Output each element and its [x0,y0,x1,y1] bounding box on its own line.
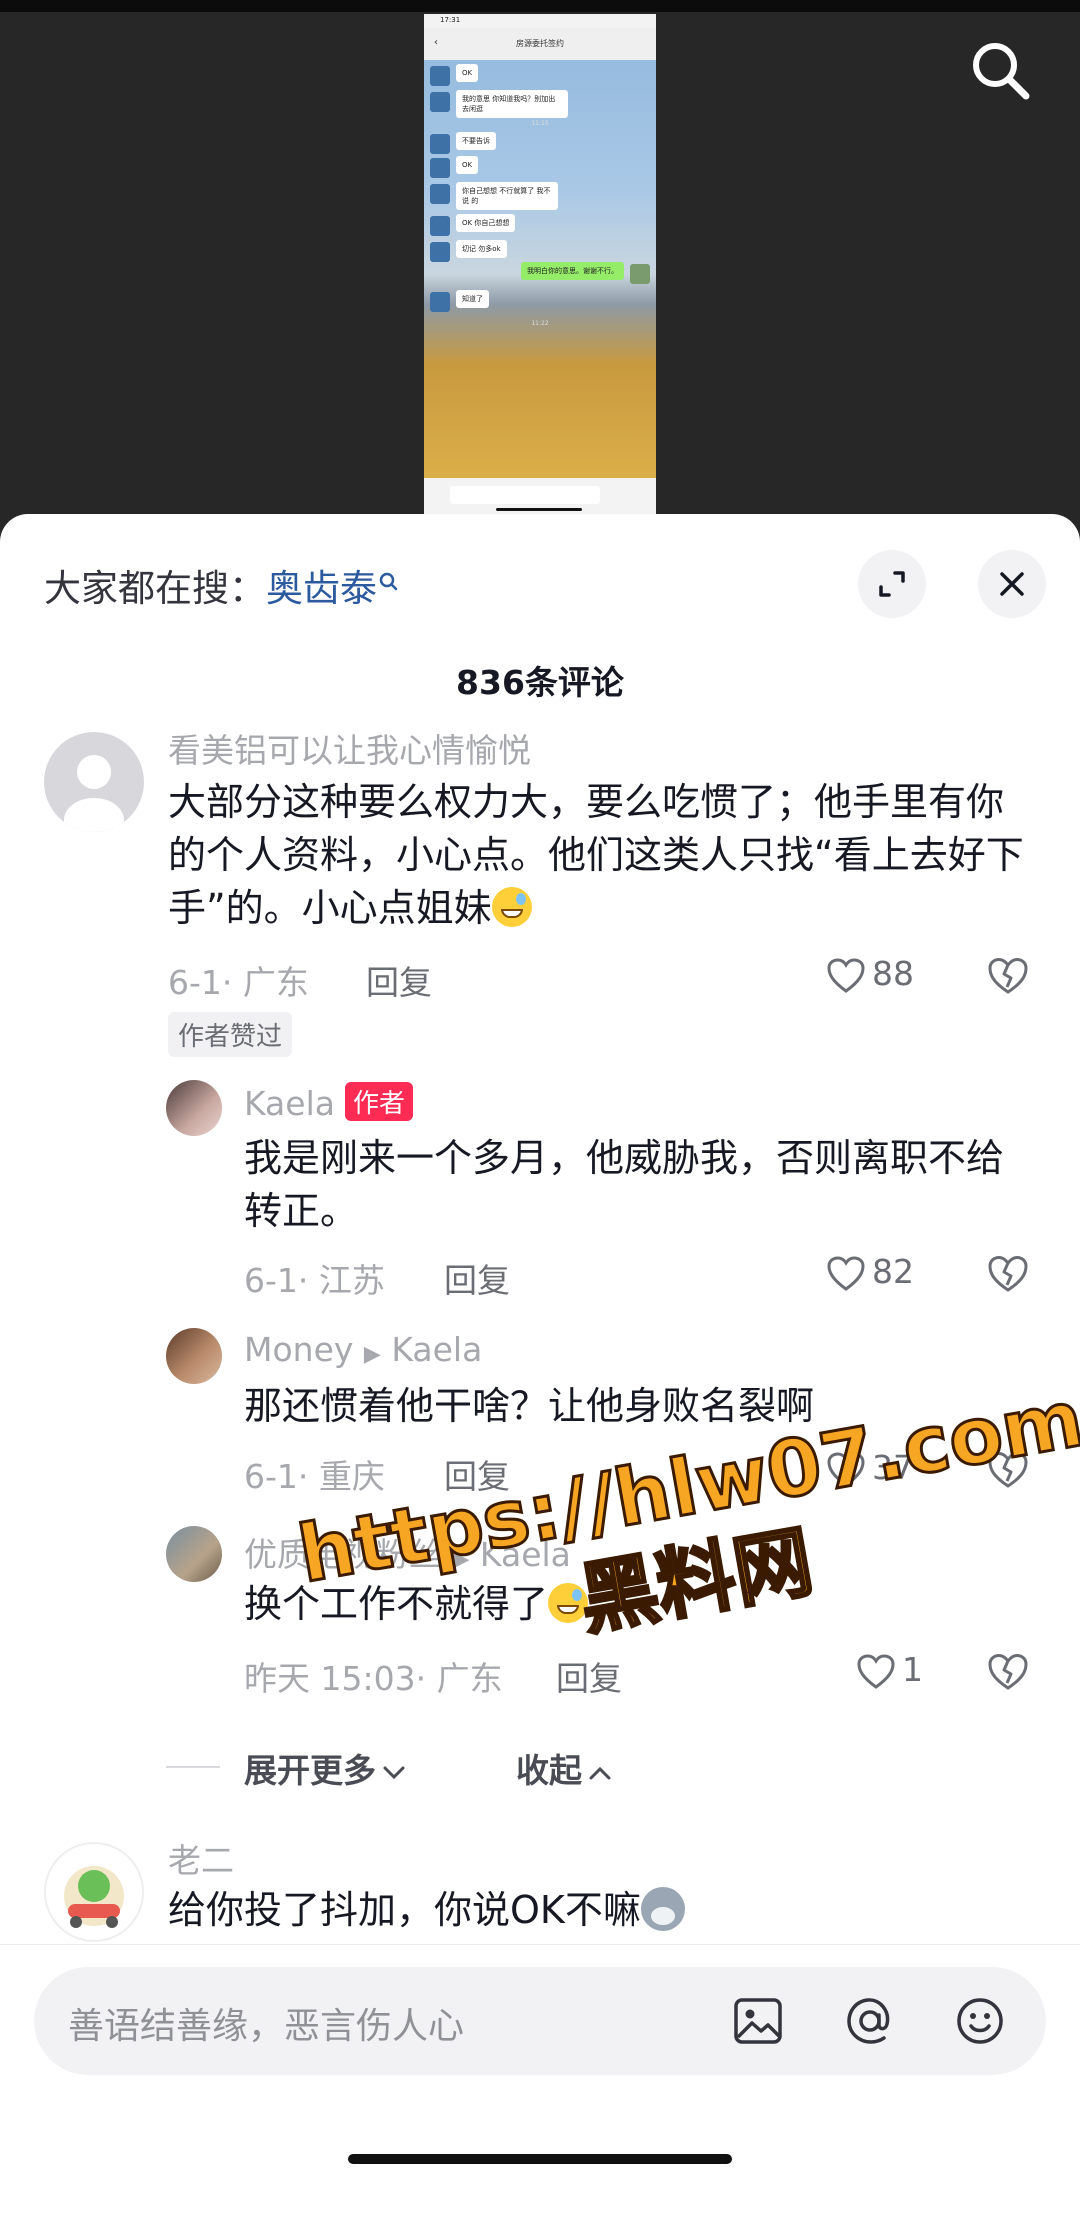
reply-button[interactable]: 回复 [366,956,432,1004]
comment-username[interactable]: 看美铝可以让我心情愉悦 [168,724,531,772]
like-count: 88 [872,954,914,993]
like-count: 1 [902,1650,923,1689]
video-thumbnail[interactable]: 17:31 ‹ 房源委托签约 OK 我的意思 你知道我吗？别加出 去闲逛 11:… [424,14,656,514]
small-search-icon [379,560,399,603]
hot-search-bar[interactable]: 大家都在搜：奥齿泰 [44,558,399,612]
avatar[interactable] [44,1842,144,1942]
comment-sheet: 大家都在搜：奥齿泰 836条评论 看美铝可以让我心情愉悦 大部分这种要么权力大，… [0,514,1080,2223]
video-player[interactable]: 17:31 ‹ 房源委托签约 OK 我的意思 你知道我吗？别加出 去闲逛 11:… [0,0,1080,530]
heart-icon [857,1653,895,1689]
grinning-sweat-emoji [491,887,532,927]
comment-input-placeholder: 善语结善缘，恶言伤人心 [68,2006,465,2047]
comment-text: 给你投了抖加，你说OK不嘛 [168,1884,1028,1937]
chevron-up-icon [589,1766,611,1779]
expand-icon[interactable] [858,550,926,618]
husky-emoji [640,1887,685,1931]
like-button[interactable]: 1 [856,1650,923,1691]
at-mention-icon[interactable] [840,1991,900,2051]
comment-input[interactable]: 善语结善缘，恶言伤人心 [34,1967,1046,2075]
reply-date-location: 6-1· 重庆 [244,1457,385,1496]
avatar[interactable] [166,1328,222,1384]
dislike-icon[interactable] [986,1652,1030,1696]
divider-line [166,1766,220,1768]
reply-date-location: 6-1· 江苏 [244,1261,385,1300]
expand-more-button[interactable]: 展开更多 [244,1744,408,1792]
avatar[interactable] [44,732,144,832]
reply-arrow-icon: ▶ [363,1342,381,1367]
reply-button[interactable]: 回复 [444,1254,510,1302]
comment-date-location: 6-1· 广东 [168,963,309,1002]
author-liked-badge: 作者赞过 [168,1012,293,1057]
chevron-down-icon [383,1766,405,1779]
thumbnail-status-bar: 17:31 [424,14,656,28]
dislike-icon[interactable] [986,956,1030,1000]
comment-count: 836条评论 [456,663,624,702]
reply-text: 我是刚来一个多月，他威胁我，否则离职不给转正。 [244,1136,1005,1233]
comment-input-bar: 善语结善缘，恶言伤人心 [0,1944,1080,2223]
video-top-strip [0,0,1080,12]
collapse-button[interactable]: 收起 [516,1744,614,1792]
author-tag: 作者 [344,1082,413,1121]
thumbnail-timestamp: 11:22 [531,320,549,327]
heart-icon [827,957,865,993]
hot-search-label: 大家都在搜： [44,567,266,610]
reply-button[interactable]: 回复 [556,1652,622,1700]
thumbnail-chat-title: 房源委托签约 [516,39,564,48]
hot-search-keyword[interactable]: 奥齿泰 [266,567,377,610]
like-count: 82 [872,1252,914,1291]
like-button[interactable]: 88 [826,954,914,995]
thumbnail-input-bar [424,478,656,514]
thumbnail-timestamp: 11:15 [531,120,549,127]
thumbnail-message-mine: 我明白你的意思。谢谢不行。 [430,262,650,286]
thumbnail-time: 17:31 [440,16,461,24]
heart-icon [827,1255,865,1291]
thumbnail-chat-header: ‹ 房源委托签约 [424,28,656,60]
comment-text: 大部分这种要么权力大，要么吃惯了；他手里有你的个人资料，小心点。他们这类人只找“… [168,780,1024,930]
avatar[interactable] [166,1526,222,1582]
dislike-icon[interactable] [986,1254,1030,1298]
like-button[interactable]: 82 [826,1252,914,1293]
replies-toggle-row: 展开更多 收起 [0,1744,1080,1794]
reply-username[interactable]: Money ▶ Kaela [244,1330,482,1369]
reply-date-location: 昨天 15:03· 广东 [244,1659,503,1698]
emoji-face-icon[interactable] [950,1991,1010,2051]
avatar[interactable] [166,1080,222,1136]
home-indicator[interactable] [348,2154,732,2164]
image-icon[interactable] [728,1991,788,2051]
comment-username[interactable]: 老二 [168,1834,234,1882]
reply-username[interactable]: Kaela 作者 [244,1082,413,1123]
close-icon[interactable] [978,550,1046,618]
search-icon[interactable] [966,36,1036,106]
